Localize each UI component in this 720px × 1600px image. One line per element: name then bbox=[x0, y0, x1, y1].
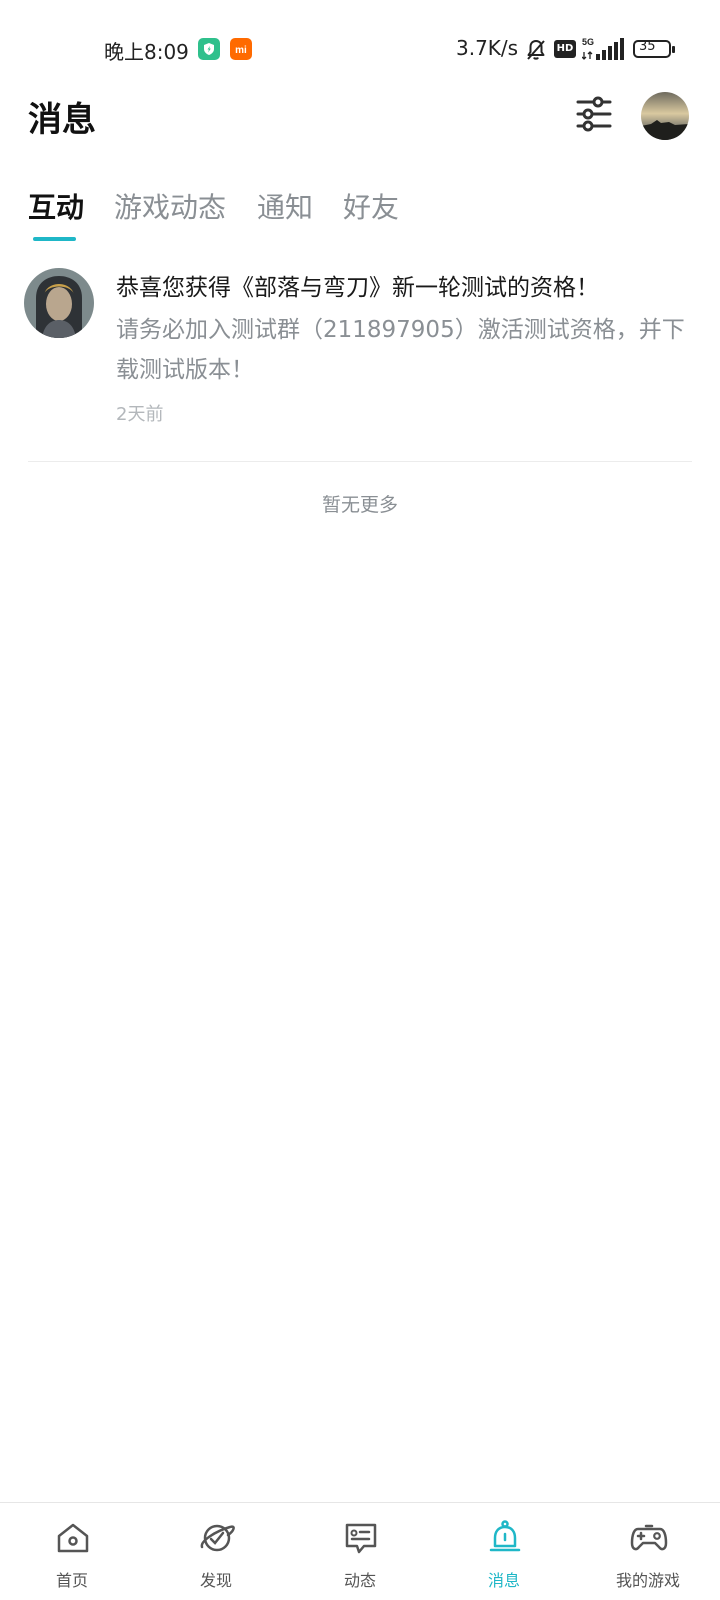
divider bbox=[28, 461, 692, 462]
message-body: 请务必加入测试群（211897905）激活测试资格，并下载测试版本！ bbox=[116, 317, 685, 383]
sender-avatar bbox=[24, 268, 94, 338]
tab-interaction[interactable]: 互动 bbox=[28, 186, 84, 226]
mi-app-icon: mi bbox=[230, 38, 252, 60]
network-type: 5G bbox=[582, 37, 594, 47]
sliders-icon bbox=[576, 96, 612, 132]
status-bar: 晚上8:09 mi 3.7K/s HD 5G 35 bbox=[0, 0, 720, 100]
nav-feed-label: 动态 bbox=[343, 1571, 376, 1590]
active-tab-indicator bbox=[33, 237, 76, 241]
nav-my-games[interactable]: 我的游戏 bbox=[576, 1503, 720, 1600]
filter-button[interactable] bbox=[574, 94, 614, 134]
tab-game-updates[interactable]: 游戏动态 bbox=[114, 186, 226, 226]
nav-discover[interactable]: 发现 bbox=[144, 1503, 288, 1600]
profile-avatar[interactable] bbox=[641, 92, 689, 140]
nav-messages[interactable]: 消息 bbox=[432, 1503, 576, 1600]
hd-badge: HD bbox=[554, 40, 576, 58]
bell-icon bbox=[489, 1520, 521, 1552]
nav-messages-label: 消息 bbox=[487, 1571, 520, 1590]
signal-icon: 5G bbox=[582, 37, 624, 60]
battery-level: 35 bbox=[639, 39, 656, 54]
nav-my-games-label: 我的游戏 bbox=[615, 1571, 680, 1590]
list-end-text: 暂无更多 bbox=[321, 494, 398, 516]
message-title: 恭喜您获得《部落与弯刀》新一轮测试的资格！ bbox=[116, 275, 599, 301]
home-icon bbox=[57, 1523, 89, 1553]
planet-icon bbox=[200, 1524, 235, 1552]
status-time: 晚上8:09 bbox=[104, 40, 189, 64]
chat-card-icon bbox=[345, 1523, 377, 1554]
nav-home[interactable]: 首页 bbox=[0, 1503, 144, 1600]
bottom-nav: 首页 发现 动态 消息 我的游戏 bbox=[0, 1502, 720, 1600]
message-tabs: 互动 游戏动态 通知 好友 bbox=[0, 186, 720, 242]
nav-feed[interactable]: 动态 bbox=[288, 1503, 432, 1600]
security-app-icon bbox=[198, 38, 220, 60]
nav-home-label: 首页 bbox=[55, 1571, 88, 1590]
gamepad-icon bbox=[630, 1524, 668, 1551]
page-title: 消息 bbox=[28, 100, 96, 140]
message-time: 2天前 bbox=[116, 404, 164, 425]
message-item[interactable]: 恭喜您获得《部落与弯刀》新一轮测试的资格！ 请务必加入测试群（211897905… bbox=[0, 268, 720, 462]
tab-notifications[interactable]: 通知 bbox=[257, 186, 313, 226]
network-speed: 3.7K/s bbox=[456, 36, 519, 60]
battery-icon: 35 bbox=[633, 38, 675, 60]
svg-text:mi: mi bbox=[235, 45, 247, 56]
mute-bell-icon bbox=[527, 40, 545, 60]
user-avatar bbox=[641, 92, 689, 140]
tab-friends[interactable]: 好友 bbox=[343, 186, 399, 226]
nav-discover-label: 发现 bbox=[199, 1571, 232, 1590]
